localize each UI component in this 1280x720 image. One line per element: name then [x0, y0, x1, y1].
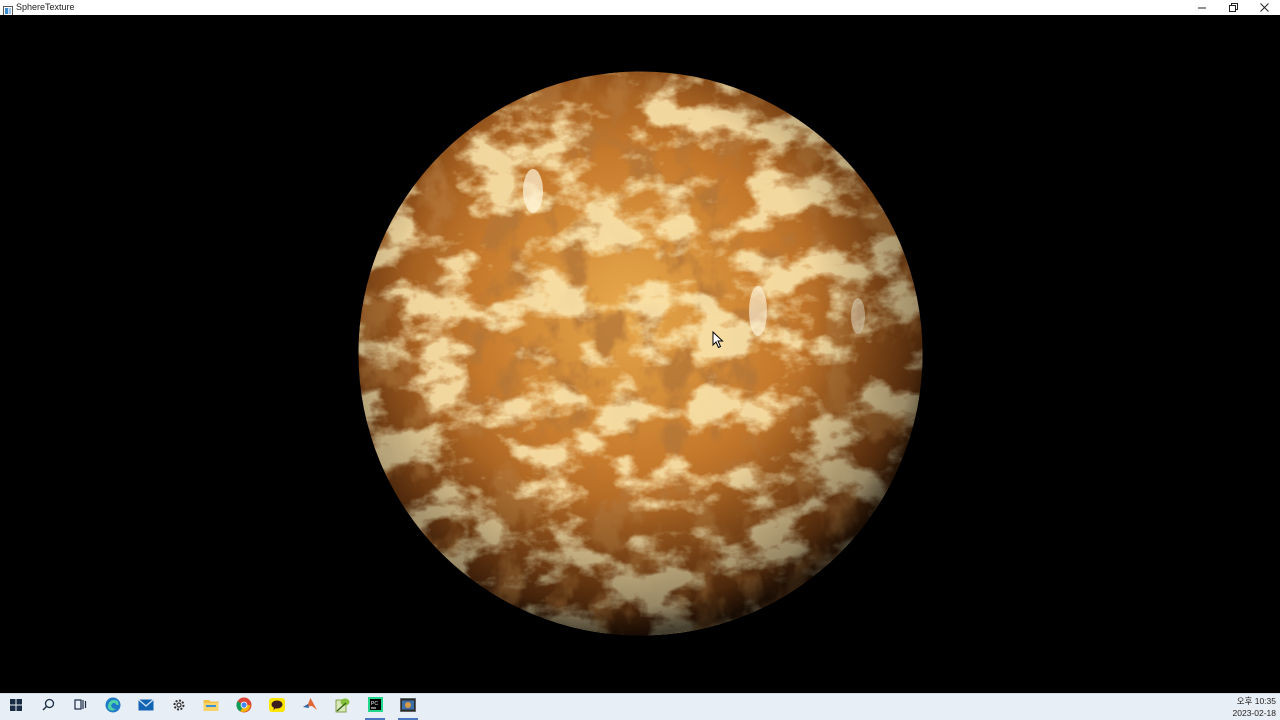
- sphere-texture-app-icon: [400, 697, 416, 717]
- start-button[interactable]: [1, 694, 31, 720]
- notepad-plus-plus-icon: [334, 697, 350, 718]
- app-icon: [3, 3, 13, 16]
- start-icon: [10, 698, 22, 716]
- sphere-texture-app-button[interactable]: [393, 694, 423, 720]
- window-title: SphereTexture: [16, 2, 75, 12]
- mail-button[interactable]: [131, 694, 161, 720]
- render-viewport[interactable]: [0, 15, 1280, 693]
- task-view-icon: [73, 698, 87, 716]
- pycharm-icon: PC: [367, 697, 383, 717]
- textured-sphere[interactable]: [358, 71, 923, 636]
- task-view-button[interactable]: [65, 694, 95, 720]
- mouse-cursor-icon: [712, 331, 724, 349]
- system-clock[interactable]: 오후 10:35 2023-02-18: [1233, 695, 1276, 719]
- edge-button[interactable]: [98, 694, 128, 720]
- chrome-icon: [236, 697, 252, 718]
- file-explorer-button[interactable]: [196, 694, 226, 720]
- taskbar: PC 오후 10:35 2023-02-18: [0, 693, 1280, 720]
- minimize-button[interactable]: [1187, 0, 1218, 15]
- clock-time: 오후 10:35: [1236, 696, 1276, 706]
- settings-icon: [172, 698, 186, 717]
- matlab-button[interactable]: [295, 694, 325, 720]
- close-button[interactable]: [1249, 0, 1280, 15]
- kakaotalk-icon: [269, 697, 285, 717]
- mail-icon: [138, 698, 154, 717]
- app-window: SphereTexture: [0, 0, 1280, 693]
- clock-date: 2023-02-18: [1232, 708, 1276, 718]
- notepad-plus-plus-button[interactable]: [327, 694, 357, 720]
- edge-icon: [105, 697, 121, 718]
- settings-button[interactable]: [164, 694, 194, 720]
- search-icon: [42, 698, 55, 716]
- svg-text:PC: PC: [371, 701, 378, 707]
- file-explorer-icon: [203, 698, 219, 717]
- matlab-icon: [302, 697, 318, 717]
- chrome-button[interactable]: [229, 694, 259, 720]
- restore-button[interactable]: [1218, 0, 1249, 15]
- search-button[interactable]: [33, 694, 63, 720]
- window-controls: [1187, 0, 1280, 15]
- title-bar[interactable]: SphereTexture: [0, 0, 1280, 16]
- pycharm-button[interactable]: PC: [360, 694, 390, 720]
- kakaotalk-button[interactable]: [262, 694, 292, 720]
